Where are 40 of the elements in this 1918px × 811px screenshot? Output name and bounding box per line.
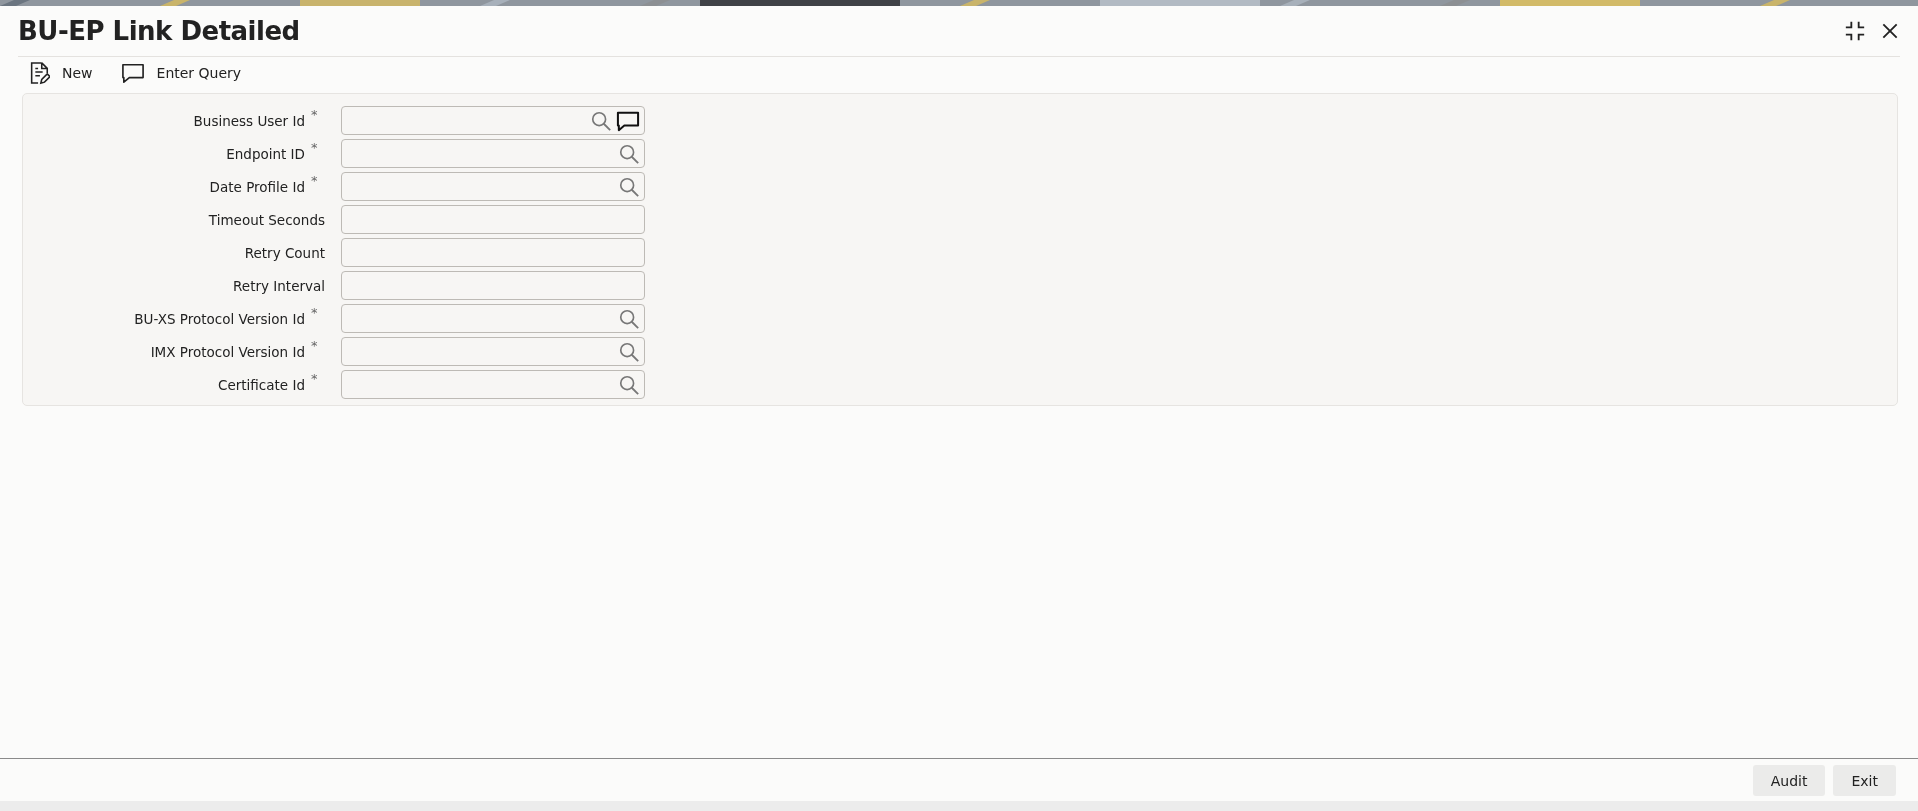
search-icon[interactable] bbox=[618, 175, 640, 198]
chat-icon[interactable] bbox=[616, 109, 640, 132]
window-title: BU-EP Link Detailed bbox=[18, 16, 300, 46]
close-icon[interactable] bbox=[1880, 21, 1900, 41]
field-label: Date Profile Id bbox=[209, 178, 305, 195]
collapse-icon[interactable] bbox=[1844, 20, 1866, 42]
required-mark: * bbox=[311, 106, 319, 122]
field-label: Retry Count bbox=[244, 244, 325, 261]
search-icon[interactable] bbox=[618, 307, 640, 330]
input-field[interactable] bbox=[341, 370, 645, 399]
input-field[interactable] bbox=[341, 238, 645, 267]
footer-button[interactable]: Audit bbox=[1752, 765, 1826, 796]
document-edit-icon bbox=[28, 61, 50, 85]
required-mark: * bbox=[311, 370, 319, 386]
search-icon[interactable] bbox=[618, 340, 640, 363]
field-label: Retry Interval bbox=[233, 277, 325, 294]
input-field[interactable] bbox=[341, 205, 645, 234]
input-field[interactable] bbox=[341, 106, 645, 135]
footer-button[interactable]: Exit bbox=[1833, 765, 1896, 796]
required-mark: * bbox=[311, 304, 319, 320]
field-label: Endpoint ID bbox=[226, 145, 305, 162]
toolbar-button[interactable]: New bbox=[28, 61, 93, 85]
search-icon[interactable] bbox=[590, 109, 612, 132]
input-field[interactable] bbox=[341, 271, 645, 300]
toolbar-button[interactable]: Enter Query bbox=[120, 62, 242, 84]
required-mark: * bbox=[311, 172, 319, 188]
required-mark: * bbox=[311, 139, 319, 155]
field-label: Timeout Seconds bbox=[208, 211, 325, 228]
field-label: Certificate Id bbox=[218, 376, 305, 393]
field-label: Business User Id bbox=[193, 112, 305, 129]
search-icon[interactable] bbox=[618, 373, 640, 396]
input-field[interactable] bbox=[341, 337, 645, 366]
input-field[interactable] bbox=[341, 304, 645, 333]
input-field[interactable] bbox=[341, 139, 645, 168]
field-label: IMX Protocol Version Id bbox=[150, 343, 305, 360]
search-icon[interactable] bbox=[618, 142, 640, 165]
input-field[interactable] bbox=[341, 172, 645, 201]
required-mark: * bbox=[311, 337, 319, 353]
field-label: BU-XS Protocol Version Id bbox=[134, 310, 305, 327]
chat-icon bbox=[120, 62, 145, 84]
